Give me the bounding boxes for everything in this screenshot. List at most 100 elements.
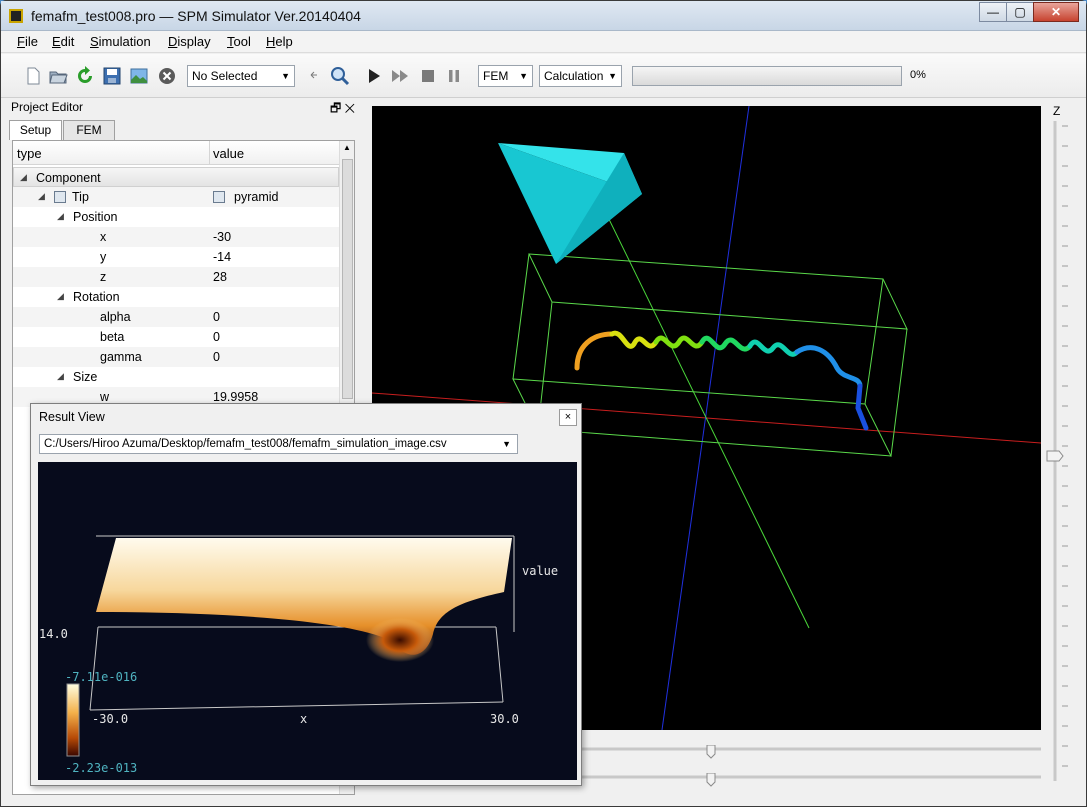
close-button[interactable]: ✕ bbox=[1033, 2, 1079, 22]
expand-toggle-icon[interactable]: ◢ bbox=[57, 291, 64, 302]
tree-row-value[interactable]: 0 bbox=[213, 330, 220, 344]
chevron-down-icon: ▼ bbox=[281, 71, 290, 81]
minimize-button[interactable]: — bbox=[979, 2, 1007, 22]
tree-row-value[interactable]: 28 bbox=[213, 270, 227, 284]
progress-bar bbox=[632, 66, 902, 86]
menu-tool[interactable]: Tool bbox=[227, 34, 251, 49]
chevron-down-icon: ▼ bbox=[502, 439, 511, 449]
progress-text: 0% bbox=[910, 69, 926, 81]
project-editor-title: Project Editor bbox=[11, 100, 84, 114]
menu-simulation[interactable]: Simulation bbox=[90, 34, 151, 49]
tree-row-label: gamma bbox=[100, 350, 142, 364]
fast-forward-icon[interactable] bbox=[390, 66, 410, 86]
tree-row-label: Rotation bbox=[73, 290, 120, 304]
expand-toggle-icon[interactable]: ◢ bbox=[57, 371, 64, 382]
tree-row-label: beta bbox=[100, 330, 125, 344]
menu-file[interactable]: File bbox=[17, 34, 38, 49]
result-plot[interactable]: value 14.0 -7.11e-016 -2.23e-013 -30.0 x… bbox=[38, 462, 577, 780]
selection-combo[interactable]: No Selected ▼ bbox=[187, 65, 295, 87]
surface-plot bbox=[66, 535, 515, 757]
chevron-down-icon: ▼ bbox=[519, 71, 528, 81]
app-window: femafm_test008.pro — SPM Simulator Ver.2… bbox=[0, 0, 1087, 807]
expand-toggle-icon[interactable]: ◢ bbox=[57, 211, 64, 222]
colorbar-max-label: -7.11e-016 bbox=[65, 670, 138, 684]
surface-dip bbox=[366, 618, 434, 662]
project-editor-dock-buttons[interactable]: 🗗 ✕ bbox=[330, 99, 355, 120]
tree-row-label: Position bbox=[73, 210, 118, 224]
menu-help[interactable]: Help bbox=[266, 34, 293, 49]
tree-row[interactable]: gamma 0 bbox=[13, 347, 339, 367]
save-icon[interactable] bbox=[102, 66, 122, 86]
surface-mesh bbox=[96, 538, 512, 655]
tree-row[interactable]: ◢ Position bbox=[13, 207, 339, 227]
scrollbar-thumb[interactable] bbox=[342, 159, 353, 399]
z-slider[interactable] bbox=[1045, 121, 1073, 781]
slider-handle[interactable] bbox=[706, 773, 716, 787]
tree-row-value[interactable]: 0 bbox=[213, 310, 220, 324]
component-icon bbox=[54, 191, 66, 203]
play-icon[interactable] bbox=[364, 66, 384, 86]
expand-toggle-icon[interactable]: ◢ bbox=[38, 191, 45, 202]
tree-row[interactable]: ◢ Size bbox=[13, 367, 339, 387]
result-view-window: Result View × C:/Users/Hiroo Azuma/Deskt… bbox=[30, 403, 582, 786]
tree-row-label: Size bbox=[73, 370, 98, 384]
expand-toggle-icon[interactable]: ◢ bbox=[20, 172, 27, 183]
result-file-combo[interactable]: C:/Users/Hiroo Azuma/Desktop/femafm_test… bbox=[39, 434, 518, 454]
pause-icon[interactable] bbox=[444, 66, 464, 86]
mode-combo[interactable]: FEM ▼ bbox=[478, 65, 533, 87]
chevron-down-icon: ▼ bbox=[608, 71, 617, 81]
x-axis-label: x bbox=[300, 712, 308, 726]
maximize-button[interactable]: ▢ bbox=[1006, 2, 1034, 22]
result-close-button[interactable]: × bbox=[559, 409, 577, 426]
menu-bar: File Edit Simulation Display Tool Help bbox=[1, 31, 1086, 53]
tree-row[interactable]: z 28 bbox=[13, 267, 339, 287]
open-folder-icon[interactable] bbox=[48, 66, 68, 86]
image-icon[interactable] bbox=[129, 66, 149, 86]
tree-row-label: y bbox=[100, 250, 107, 264]
z-slider-label: Z bbox=[1053, 104, 1061, 118]
component-icon bbox=[213, 191, 225, 203]
tree-row-label: x bbox=[100, 230, 107, 244]
stop-circle-icon[interactable] bbox=[157, 66, 177, 86]
menu-display[interactable]: Display bbox=[168, 34, 211, 49]
plot-value-label: value bbox=[522, 564, 559, 578]
menu-edit[interactable]: Edit bbox=[52, 34, 74, 49]
tree-row[interactable]: alpha 0 bbox=[13, 307, 339, 327]
colorbar-min-label: -2.23e-013 bbox=[65, 761, 138, 775]
horizontal-slider-2[interactable] bbox=[581, 773, 1041, 787]
zoom-icon[interactable] bbox=[330, 66, 350, 86]
column-type[interactable]: type bbox=[17, 146, 42, 161]
stop-icon[interactable] bbox=[418, 66, 438, 86]
plot-y-tick: 14.0 bbox=[39, 627, 68, 641]
tree-row[interactable]: ◢ Tip pyramid bbox=[13, 187, 339, 207]
z-axis-line bbox=[661, 105, 750, 731]
app-icon bbox=[9, 9, 23, 23]
slider-handle[interactable] bbox=[706, 745, 716, 759]
window-title: femafm_test008.pro — SPM Simulator Ver.2… bbox=[31, 8, 361, 24]
column-value[interactable]: value bbox=[213, 146, 244, 161]
tree-row-value[interactable]: pyramid bbox=[234, 190, 278, 204]
tree-row[interactable]: beta 0 bbox=[13, 327, 339, 347]
small-arrow-icon[interactable] bbox=[307, 66, 321, 86]
tab-fem[interactable]: FEM bbox=[63, 120, 115, 140]
tree-row[interactable]: ◢ Component bbox=[13, 167, 339, 187]
tree-row[interactable]: ◢ Rotation bbox=[13, 287, 339, 307]
result-view-title: Result View bbox=[39, 410, 105, 424]
new-file-icon[interactable] bbox=[23, 66, 43, 86]
horizontal-slider-1[interactable] bbox=[581, 745, 1041, 759]
refresh-icon[interactable] bbox=[75, 66, 95, 86]
z-slider-handle[interactable] bbox=[1046, 450, 1064, 462]
tree-row-value[interactable]: -30 bbox=[213, 230, 231, 244]
tree-row-value[interactable]: -14 bbox=[213, 250, 231, 264]
tree-row-value[interactable]: 0 bbox=[213, 350, 220, 364]
colorbar bbox=[66, 683, 80, 757]
pyramid-tip bbox=[498, 143, 642, 264]
tree-row-label: w bbox=[100, 390, 110, 404]
calculation-combo[interactable]: Calculation ▼ bbox=[539, 65, 622, 87]
tab-setup[interactable]: Setup bbox=[9, 120, 62, 140]
tree-row[interactable]: y -14 bbox=[13, 247, 339, 267]
x-axis-max-label: 30.0 bbox=[490, 712, 519, 726]
scroll-up-icon[interactable]: ▲ bbox=[343, 143, 351, 152]
tree-row-value[interactable]: 19.9958 bbox=[213, 390, 258, 404]
tree-row[interactable]: x -30 bbox=[13, 227, 339, 247]
